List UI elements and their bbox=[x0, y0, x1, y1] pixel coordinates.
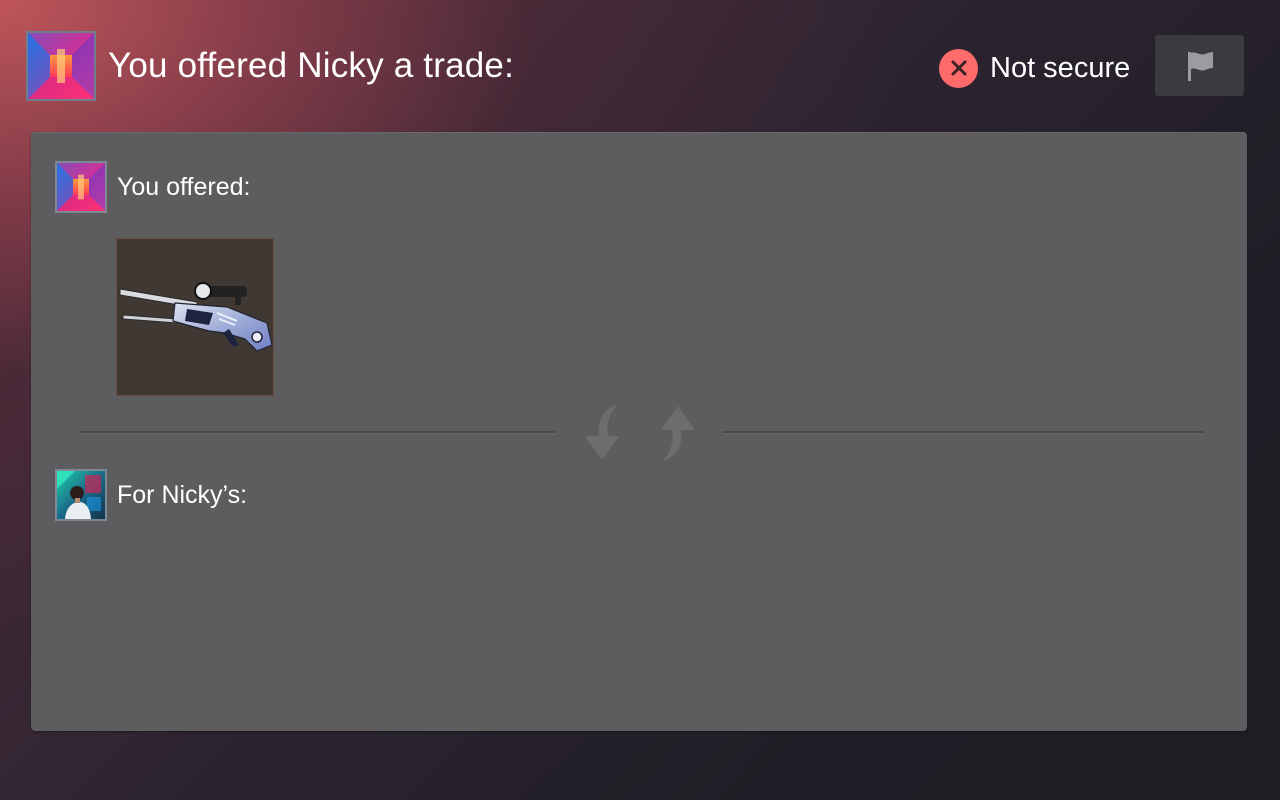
offered-label: You offered: bbox=[117, 173, 251, 201]
report-button[interactable] bbox=[1155, 35, 1244, 96]
page-title: You offered Nicky a trade: bbox=[108, 46, 515, 85]
user-avatar-small bbox=[55, 161, 107, 213]
nicky-avatar-image bbox=[57, 471, 105, 519]
divider-right bbox=[723, 431, 1204, 433]
divider-left bbox=[79, 431, 555, 433]
offered-item[interactable] bbox=[116, 238, 274, 396]
offered-section-header: You offered: bbox=[55, 161, 250, 213]
trade-panel: You offered: For Nicky’s: bbox=[31, 132, 1247, 731]
user-avatar-image bbox=[28, 33, 94, 99]
user-avatar-image bbox=[57, 163, 105, 211]
close-icon bbox=[939, 48, 978, 88]
sniper-rifle-icon bbox=[119, 282, 273, 352]
receiving-section-header: For Nicky’s: bbox=[55, 469, 247, 521]
security-status-label: Not secure bbox=[990, 52, 1131, 84]
receiving-label: For Nicky’s: bbox=[117, 481, 248, 509]
header: You offered Nicky a trade: Not secure bbox=[0, 0, 1280, 132]
security-status: Not secure bbox=[939, 48, 1130, 88]
nicky-avatar bbox=[55, 469, 107, 521]
user-avatar[interactable] bbox=[26, 31, 96, 101]
flag-icon bbox=[1187, 51, 1213, 81]
swap-arrows-icon bbox=[575, 402, 705, 464]
